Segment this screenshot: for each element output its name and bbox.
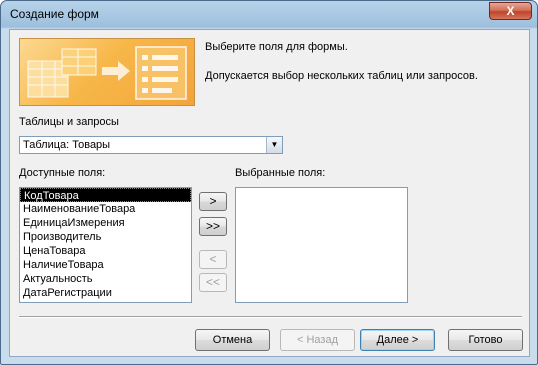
dialog-client-area: Выберите поля для формы. Допускается выб… (9, 29, 530, 357)
list-item[interactable]: ЕдиницаИзмерения (20, 216, 191, 230)
tables-queries-label: Таблицы и запросы (19, 116, 119, 128)
list-item[interactable]: ЦенаТовара (20, 244, 191, 258)
wizard-banner-image (19, 38, 195, 106)
remove-all-button[interactable]: << (199, 273, 227, 292)
list-item[interactable]: НаличиеТовара (20, 258, 191, 272)
title-bar[interactable]: Создание форм X (1, 1, 537, 28)
finish-button[interactable]: Готово (448, 329, 523, 351)
list-item[interactable]: КодТовара (20, 188, 191, 202)
divider (19, 316, 522, 318)
selected-fields-list[interactable] (235, 187, 408, 303)
add-all-button[interactable]: >> (199, 217, 227, 236)
list-item[interactable]: ДатаРегистрации (20, 286, 191, 300)
tables-queries-dropdown[interactable]: Таблица: Товары ▼ (19, 136, 283, 154)
chevron-down-icon[interactable]: ▼ (266, 137, 282, 153)
list-item[interactable]: НаименованиеТовара (20, 202, 191, 216)
instruction-text: Выберите поля для формы. (205, 41, 348, 53)
close-button[interactable]: X (489, 2, 532, 20)
form-wizard-window: Создание форм X Выберите поля для формы.… (0, 0, 538, 365)
next-button[interactable]: Далее > (360, 329, 435, 351)
available-fields-label: Доступные поля: (19, 167, 106, 179)
selected-fields-label: Выбранные поля: (235, 167, 326, 179)
hint-text: Допускается выбор нескольких таблиц или … (205, 70, 478, 82)
tables-queries-value: Таблица: Товары (23, 139, 111, 151)
list-item[interactable]: Актуальность (20, 272, 191, 286)
add-one-button[interactable]: > (199, 192, 227, 211)
available-fields-list[interactable]: КодТовара НаименованиеТовара ЕдиницаИзме… (19, 187, 192, 303)
window-title: Создание форм (10, 7, 99, 21)
back-button[interactable]: < Назад (280, 329, 355, 351)
remove-one-button[interactable]: < (199, 250, 227, 269)
list-item[interactable]: Производитель (20, 230, 191, 244)
cancel-button[interactable]: Отмена (195, 329, 270, 351)
